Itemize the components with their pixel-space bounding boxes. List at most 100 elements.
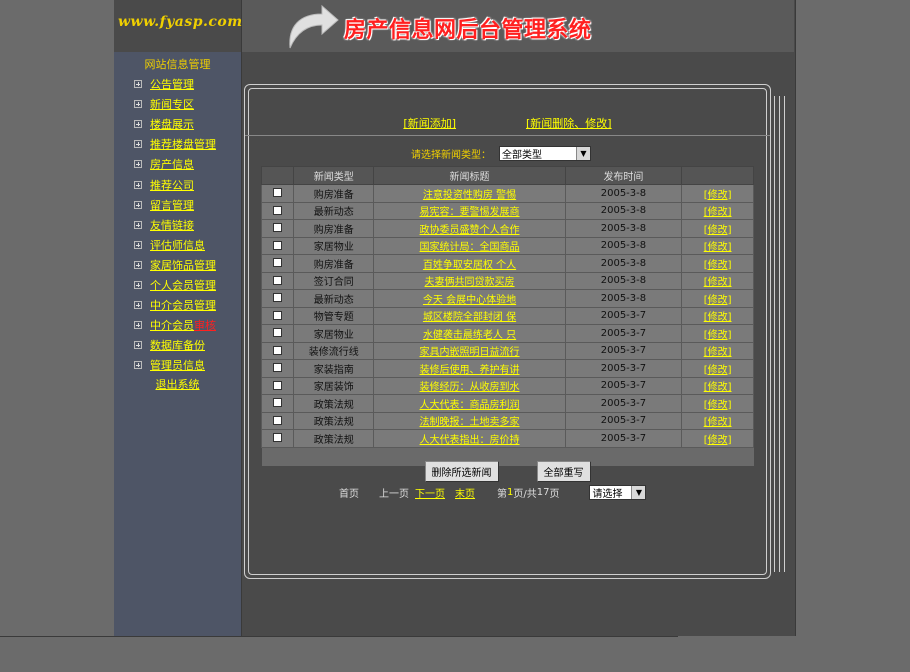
edit-news-link[interactable]: [新闻删除、修改] (526, 115, 612, 131)
sidebar-item-label[interactable]: 家居饰品管理 (150, 257, 216, 273)
news-title-link[interactable]: 城区楼院全部封闭 保 (373, 306, 566, 325)
expand-plus-icon[interactable] (134, 220, 142, 229)
edit-link[interactable]: [修改] (681, 376, 754, 395)
edit-link[interactable]: [修改] (681, 394, 754, 413)
news-title-link[interactable]: 人大代表指出：房价持 (373, 429, 566, 448)
news-type-select[interactable]: 全部类型 ▼ (499, 146, 591, 161)
news-title-link[interactable]: 今天 会展中心体验地 (373, 289, 566, 308)
delete-selected-button[interactable]: 删除所选新闻 (424, 461, 499, 482)
edit-link[interactable]: [修改] (681, 324, 754, 343)
sidebar-item-label[interactable]: 数据库备份 (150, 337, 205, 353)
sidebar-item-label[interactable]: 个人会员管理 (150, 277, 216, 293)
sidebar-item-announcements[interactable]: 公告管理 (134, 74, 216, 94)
sidebar-item-messages[interactable]: 留言管理 (134, 195, 216, 215)
news-title-link[interactable]: 注意投资性购房 警惕 (373, 184, 566, 203)
edit-link[interactable]: [修改] (681, 184, 754, 203)
row-checkbox[interactable] (273, 433, 283, 443)
chevron-down-icon[interactable]: ▼ (576, 147, 590, 160)
edit-link[interactable]: [修改] (681, 411, 754, 430)
edit-link[interactable]: [修改] (681, 359, 754, 378)
expand-plus-icon[interactable] (134, 260, 142, 269)
edit-link[interactable]: [修改] (681, 341, 754, 360)
last-page-link[interactable]: 末页 (455, 485, 475, 500)
news-title-link[interactable]: 装修后使用、养护有讲 (373, 359, 566, 378)
expand-plus-icon[interactable] (134, 160, 142, 169)
news-title-link[interactable]: 政协委员盛赞个人合作 (373, 219, 566, 238)
edit-link[interactable]: [修改] (681, 289, 754, 308)
news-title-link[interactable]: 夫妻俩共同贷款买房 (373, 271, 566, 290)
expand-plus-icon[interactable] (134, 280, 142, 289)
expand-plus-icon[interactable] (134, 321, 142, 330)
news-title-link[interactable]: 法制晚报：土地卖多家 (373, 411, 566, 430)
sidebar-item-label[interactable]: 中介会员 (150, 317, 194, 333)
expand-plus-icon[interactable] (134, 180, 142, 189)
add-news-link[interactable]: [新闻添加] (403, 115, 456, 131)
news-title-link[interactable]: 人大代表：商品房利润 (373, 394, 566, 413)
row-checkbox[interactable] (273, 328, 283, 338)
review-highlight[interactable]: 审核 (194, 317, 216, 333)
row-checkbox[interactable] (273, 293, 283, 303)
sidebar-item-recommended-properties[interactable]: 推荐楼盘管理 (134, 134, 216, 154)
news-title-link[interactable]: 易宪容：要警惕发展商 (373, 201, 566, 220)
edit-link[interactable]: [修改] (681, 219, 754, 238)
edit-link[interactable]: [修改] (681, 306, 754, 325)
edit-link[interactable]: [修改] (681, 254, 754, 273)
row-checkbox[interactable] (273, 240, 283, 250)
sidebar-item-label[interactable]: 推荐楼盘管理 (150, 136, 216, 152)
row-checkbox[interactable] (273, 345, 283, 355)
chevron-down-icon[interactable]: ▼ (631, 486, 646, 499)
row-checkbox[interactable] (273, 205, 283, 215)
logout-link[interactable]: 退出系统 (114, 376, 241, 392)
sidebar-item-label[interactable]: 房产信息 (150, 156, 194, 172)
expand-plus-icon[interactable] (134, 80, 142, 89)
news-title-link[interactable]: 国家统计局：全国商品 (373, 236, 566, 255)
row-checkbox[interactable] (273, 258, 283, 268)
news-title-link[interactable]: 百姓争取安居权 个人 (373, 254, 566, 273)
sidebar-item-label[interactable]: 楼盘展示 (150, 116, 194, 132)
sidebar-item-recommended-companies[interactable]: 推荐公司 (134, 174, 216, 194)
news-title-link[interactable]: 家具内嵌照明日益流行 (373, 341, 566, 360)
sidebar-item-properties[interactable]: 楼盘展示 (134, 114, 216, 134)
expand-plus-icon[interactable] (134, 361, 142, 370)
row-checkbox[interactable] (273, 363, 283, 373)
row-checkbox[interactable] (273, 310, 283, 320)
expand-plus-icon[interactable] (134, 120, 142, 129)
page-select[interactable]: 请选择 ▼ (589, 485, 647, 500)
next-page-link[interactable]: 下一页 (415, 485, 445, 500)
expand-plus-icon[interactable] (134, 140, 142, 149)
sidebar-item-appraisers[interactable]: 评估师信息 (134, 235, 216, 255)
sidebar-item-label[interactable]: 新闻专区 (150, 96, 194, 112)
row-checkbox[interactable] (273, 415, 283, 425)
row-checkbox[interactable] (273, 380, 283, 390)
sidebar-item-friend-links[interactable]: 友情链接 (134, 215, 216, 235)
expand-plus-icon[interactable] (134, 301, 142, 310)
row-checkbox[interactable] (273, 275, 283, 285)
sidebar-item-label[interactable]: 中介会员管理 (150, 297, 216, 313)
row-checkbox[interactable] (273, 188, 283, 198)
row-checkbox[interactable] (273, 223, 283, 233)
row-checkbox[interactable] (273, 398, 283, 408)
sidebar-item-label[interactable]: 管理员信息 (150, 357, 205, 373)
edit-link[interactable]: [修改] (681, 236, 754, 255)
sidebar-item-label[interactable]: 友情链接 (150, 217, 194, 233)
expand-plus-icon[interactable] (134, 200, 142, 209)
sidebar-item-agency-members[interactable]: 中介会员管理 (134, 295, 216, 315)
sidebar-item-label[interactable]: 评估师信息 (150, 237, 205, 253)
sidebar-item-admin-info[interactable]: 管理员信息 (134, 355, 216, 375)
sidebar-item-db-backup[interactable]: 数据库备份 (134, 335, 216, 355)
expand-plus-icon[interactable] (134, 240, 142, 249)
sidebar-item-label[interactable]: 留言管理 (150, 197, 194, 213)
expand-plus-icon[interactable] (134, 341, 142, 350)
sidebar-item-label[interactable]: 公告管理 (150, 76, 194, 92)
news-title-link[interactable]: 水健袭击晨练老人 只 (373, 324, 566, 343)
edit-link[interactable]: [修改] (681, 429, 754, 448)
edit-link[interactable]: [修改] (681, 271, 754, 290)
sidebar-item-housing-info[interactable]: 房产信息 (134, 154, 216, 174)
expand-plus-icon[interactable] (134, 100, 142, 109)
sidebar-item-news[interactable]: 新闻专区 (134, 94, 216, 114)
sidebar-item-agency-review[interactable]: 中介会员 审核 (134, 315, 216, 335)
reset-button[interactable]: 全部重写 (536, 461, 591, 482)
edit-link[interactable]: [修改] (681, 201, 754, 220)
sidebar-item-personal-members[interactable]: 个人会员管理 (134, 275, 216, 295)
sidebar-item-label[interactable]: 推荐公司 (150, 177, 194, 193)
